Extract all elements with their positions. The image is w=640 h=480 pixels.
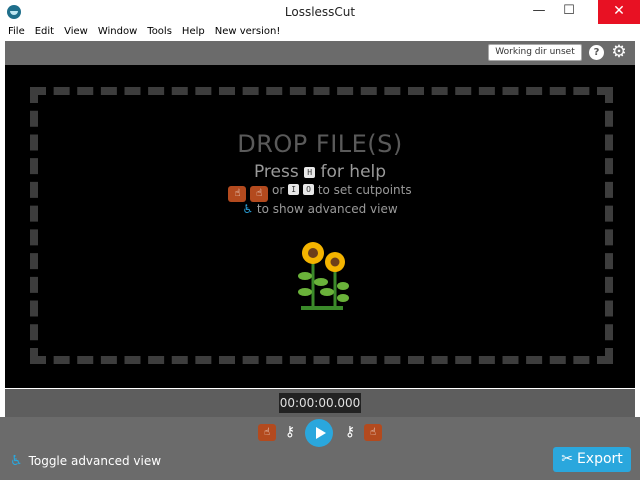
timeline[interactable]: 00:00:00.000 [5,389,635,417]
for-help-label: for help [320,162,387,182]
drop-title: DROP FILE(S) [237,130,403,158]
press-label: Press [253,162,299,182]
cutpoints-hint: ☝ ☝ or I O to set cutpoints [5,183,635,202]
scissors-icon: ✂ [561,451,573,467]
menu-view[interactable]: View [59,24,93,40]
show-advanced-label: to show advanced view [256,202,398,216]
minimize-button[interactable]: — [524,0,554,24]
key-i: I [288,184,300,195]
cut-end-hand-icon[interactable]: ☝ [250,186,269,202]
cut-start-hand-icon[interactable]: ☝ [228,186,247,202]
set-cutpoints-label: to set cutpoints [317,183,412,197]
menu-file[interactable]: File [0,24,30,40]
advanced-view-icon[interactable]: ♿ [242,202,253,216]
menu-bar: File Edit View Window Tools Help New ver… [0,24,640,40]
sunflower-illustration [298,242,349,310]
set-cut-start-button[interactable]: ☝ [258,424,276,441]
controls-bar: ☝ ⚷ ⚷ ☝ ♿ Toggle advanced view ✂ Export [0,417,640,480]
menu-tools[interactable]: Tools [142,24,177,40]
or-label: or [272,183,285,197]
top-toolbar: Working dir unset ? ⚙ [5,41,635,65]
jump-cut-end-key-icon[interactable]: ⚷ [340,424,360,441]
timecode-display[interactable]: 00:00:00.000 [279,393,361,413]
advanced-view-icon: ♿ [10,453,23,469]
toggle-advanced-view-button[interactable]: ♿ Toggle advanced view [10,452,161,470]
close-button[interactable]: ✕ [598,0,640,24]
help-icon[interactable]: ? [589,45,604,60]
maximize-button[interactable]: ☐ [554,0,584,24]
menu-window[interactable]: Window [93,24,142,40]
toggle-advanced-label: Toggle advanced view [28,454,162,468]
help-key: H [304,167,316,178]
help-hint: Press H for help [5,162,635,182]
app-window: LosslessCut — ☐ ✕ File Edit View Window … [0,0,640,480]
export-label: Export [576,451,623,467]
play-button[interactable] [305,419,333,447]
gear-icon[interactable]: ⚙ [610,43,628,61]
menu-edit[interactable]: Edit [30,24,59,40]
key-o: O [302,184,314,195]
menu-help[interactable]: Help [177,24,210,40]
jump-cut-start-key-icon[interactable]: ⚷ [280,424,300,441]
menu-new-version[interactable]: New version! [210,24,286,40]
drop-zone-border [30,87,613,364]
drop-stage[interactable]: DROP FILE(S) Press H for help ☝ ☝ or I O… [5,65,635,388]
title-bar: LosslessCut — ☐ ✕ [0,0,640,24]
set-cut-end-button[interactable]: ☝ [364,424,382,441]
working-dir-button[interactable]: Working dir unset [488,44,582,61]
advanced-hint: ♿ to show advanced view [5,202,635,216]
export-button[interactable]: ✂ Export [553,447,631,472]
